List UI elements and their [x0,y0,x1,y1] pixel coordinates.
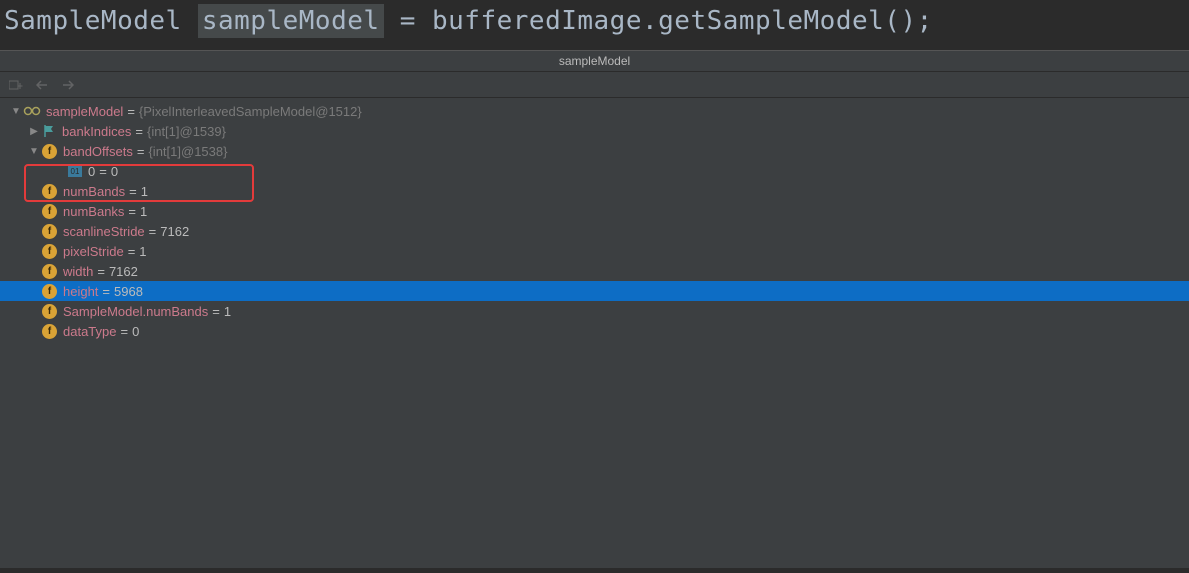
expand-arrow-icon[interactable]: ▼ [28,146,40,157]
field-icon: f [42,244,57,259]
code-var: sampleModel [198,4,384,38]
tree-root[interactable]: ▼ sampleModel = {PixelInterleavedSampleM… [0,101,1189,121]
var-name: scanlineStride [63,224,145,239]
tree-row[interactable]: f pixelStride =1 [0,241,1189,261]
equals-sign: = [137,144,145,159]
var-value: 1 [224,304,231,319]
new-watch-icon[interactable] [8,78,24,92]
field-icon: f [42,264,57,279]
var-name: height [63,284,98,299]
code-line: SampleModel sampleModel = bufferedImage.… [0,0,1189,51]
tree-row[interactable]: fwidth = 7162 [0,261,1189,281]
forward-arrow-icon[interactable] [60,78,76,92]
debug-toolbar [0,72,1189,98]
var-value: 1 [139,244,146,259]
var-name: pixelStride [63,244,124,259]
tree-row[interactable]: f SampleModel.numBands = 1 [0,301,1189,321]
var-name: width [63,264,93,279]
field-icon: f [42,284,57,299]
expand-arrow-icon[interactable]: ▼ [10,106,22,117]
field-icon: f [42,304,57,319]
equals-sign: = [102,284,110,299]
flag-icon [42,124,56,138]
var-value: {int[1]@1539} [147,124,226,139]
var-value: {PixelInterleavedSampleModel@1512} [139,104,362,119]
debug-tab-label: sampleModel [0,51,1189,72]
var-name: sampleModel [46,104,123,119]
field-icon: f [42,204,57,219]
field-icon: f [42,324,57,339]
tree-row[interactable]: fheight = 5968 [0,281,1189,301]
equals-sign: = [135,124,143,139]
expand-arrow-icon[interactable]: ▶ [28,126,40,137]
equals-sign: = [121,324,129,339]
var-value: 1 [140,204,147,219]
var-value: 0 [132,324,139,339]
var-value: {int[1]@1538} [148,144,227,159]
var-name: bankIndices [62,124,131,139]
var-value: 7162 [160,224,189,239]
highlight-annotation [24,164,254,202]
var-value: 5968 [114,284,143,299]
var-name: bandOffsets [63,144,133,159]
equals-sign: = [97,264,105,279]
var-value: 7162 [109,264,138,279]
field-icon: f [42,224,57,239]
tree-row[interactable]: f numBanks = 1 [0,201,1189,221]
equals-sign: = [212,304,220,319]
tree-row[interactable]: ▶ bankIndices = {int[1]@1539} [0,121,1189,141]
equals-sign: = [128,244,136,259]
var-name: numBanks [63,204,124,219]
equals-sign: = [149,224,157,239]
watch-icon [22,104,42,119]
code-assign: = bufferedImage.getSampleModel(); [400,6,933,36]
back-arrow-icon[interactable] [34,78,50,92]
equals-sign: = [128,204,136,219]
tree-row[interactable]: f dataType =0 [0,321,1189,341]
tree-row[interactable]: ▼f bandOffsets ={int[1]@1538} [0,141,1189,161]
field-icon: f [42,144,57,159]
equals-sign: = [127,104,135,119]
code-type: SampleModel [4,6,182,36]
var-name: SampleModel.numBands [63,304,208,319]
var-name: dataType [63,324,117,339]
tree-row[interactable]: f scanlineStride =7162 [0,221,1189,241]
